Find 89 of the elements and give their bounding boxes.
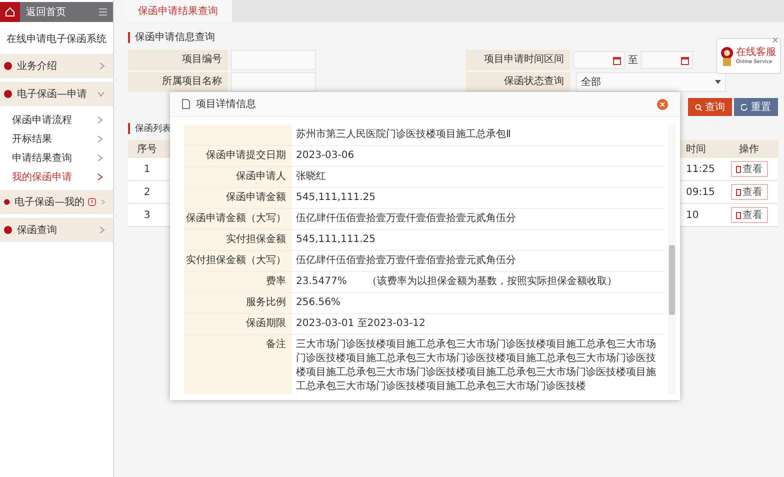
chevron-icon [97,172,103,180]
menu-icon[interactable] [99,8,107,16]
view-button[interactable]: 查看 [730,161,768,177]
system-title: 在线申请电子保函系统 [6,32,108,47]
column-header: 时间 [682,140,720,158]
date-field[interactable] [573,51,625,69]
chevron-icon [97,116,103,124]
field-label: 实付担保金额（大写） [184,251,292,271]
bullet-icon [4,90,12,98]
table-cell: 09:15 [682,180,720,204]
field-label: 保函申请金额（大写） [184,209,292,229]
menu-item[interactable]: 保函申请流程 [0,110,113,129]
field-value: 张晓红 [296,171,326,182]
field-value: 2023-03-01 至2023-03-12 [296,318,426,329]
chevron-icon [99,62,105,70]
document-icon [736,188,740,196]
field-value: 2023-03-06 [296,150,354,161]
document-icon [736,212,740,218]
chevron-icon [97,154,103,162]
search-button[interactable]: 查询 [688,98,732,116]
field-label: 服务比例 [184,293,292,313]
service-title: 在线客服 [736,47,776,59]
dialog-title: 项目详情信息 [196,98,257,111]
range-separator: 至 [628,54,638,67]
field-value: 256.56% [296,297,340,308]
field-label: 备注 [184,335,292,394]
notice-icon [88,198,96,206]
chevron-icon [100,198,105,206]
field-note: （该费率为以担保金额为基数，按照实际担保金额收取） [366,276,617,287]
date-field[interactable] [641,51,693,69]
calendar-icon [613,56,621,64]
table-cell: 1 [128,158,166,180]
bullet-icon [4,226,12,234]
chevron-icon [97,91,105,97]
status-select[interactable]: 全部 [576,72,726,92]
menu-item[interactable]: 申请结果查询 [0,148,113,167]
home-icon[interactable] [5,7,15,17]
field-label: 保函状态查询 [466,72,570,92]
input-field[interactable] [231,72,316,92]
section-title: 保函申请信息查询 [135,30,215,44]
chevron-icon [97,134,103,142]
bullet-icon [4,62,12,70]
scrollbar[interactable] [668,125,676,394]
menu-group[interactable]: 保函查询 [0,218,113,242]
dropdown-icon [715,80,721,84]
view-button[interactable]: 查看 [730,184,768,200]
field-value: 三大市场门诊医技楼项目施工总承包三大市场门诊医技楼项目施工总承包三大市场门诊医技楼项目施工总承包三大市场门诊医技楼项目施工总承包三大市场门诊医技楼项目施工总承包三大市场门诊医技楼项目施工总承包三大市场门诊医技楼项目施工总承包三大市场门诊医技楼项目施工总承包三大市场门诊医技楼 [296,339,656,392]
table-cell: 11:25 [682,158,720,180]
table-cell: 3 [128,204,166,226]
menu-group[interactable]: 电子保函—申请 [0,82,113,106]
calendar-icon [681,56,689,64]
field-label: 实付担保金额 [184,230,292,250]
header-label: 返回首页 [26,6,66,19]
field-label: 保函申请金额 [184,188,292,208]
field-label: 项目编号 [128,50,228,70]
column-header: 操作 [720,140,778,158]
close-icon[interactable]: × [771,36,779,46]
field-value: 23.5477% [296,276,347,287]
menu-group[interactable]: 电子保函—我的 [0,190,113,214]
field-label: 保函申请人 [184,167,292,187]
section-title: 保函列表 [135,122,171,135]
view-button[interactable]: 查看 [730,207,768,223]
column-header: 序号 [128,140,166,158]
menu-item[interactable]: 我的保函申请 [0,167,113,186]
reset-icon [741,104,748,110]
mascot-icon [719,45,735,67]
field-label: 保函申请提交日期 [184,146,292,166]
table-cell: 2 [128,180,166,204]
sidebar-header[interactable]: 返回首页 [20,2,113,22]
field-value: 545,111,111.25 [296,192,376,203]
menu-group[interactable]: 业务介绍 [0,54,113,78]
menu-item[interactable]: 开标结果 [0,129,113,148]
close-icon[interactable] [657,98,668,110]
field-value: 545,111,111.25 [296,234,376,245]
search-icon [695,104,702,110]
field-value: 伍亿肆仟伍佰壹拾壹万壹仟壹佰壹拾壹元贰角伍分 [296,213,516,224]
field-label: 保函期限 [184,314,292,334]
field-label: 所属项目名称 [128,72,228,92]
document-icon [736,166,740,172]
field-value: 苏州市第三人民医院门诊医技楼项目施工总承包Ⅱ [296,129,511,140]
field-label: 项目申请时间区间 [466,50,570,70]
table-cell: 10 [682,204,720,226]
reset-button[interactable]: 重置 [734,98,778,116]
bullet-icon [4,198,10,206]
document-icon [182,99,190,109]
field-label: 费率 [184,272,292,292]
field-value: 伍亿肆仟伍佰壹拾壹万壹仟壹佰壹拾壹元贰角伍分 [296,255,516,266]
chevron-icon [99,226,105,234]
tab[interactable]: 保函申请结果查询 [124,0,232,22]
